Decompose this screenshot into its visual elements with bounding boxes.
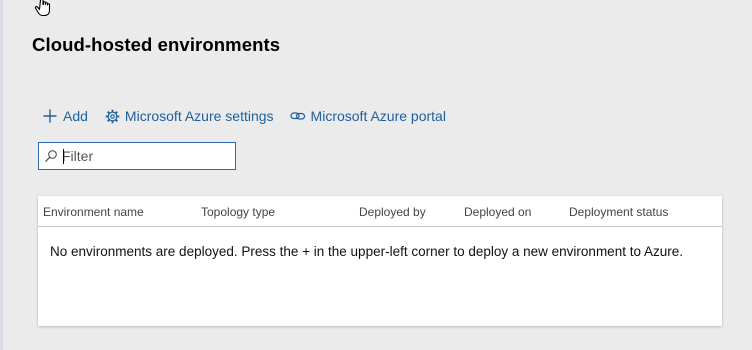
azure-settings-label: Microsoft Azure settings (124, 108, 274, 124)
column-header-topology-type[interactable]: Topology type (201, 205, 275, 219)
grid-header: Environment name Topology type Deployed … (38, 196, 722, 227)
column-header-deployed-by[interactable]: Deployed by (359, 205, 426, 219)
action-toolbar: Add Microsoft Azure settings Microsoft A… (42, 106, 446, 126)
empty-grid-message: No environments are deployed. Press the … (50, 244, 683, 259)
search-icon (45, 150, 57, 162)
gear-icon (105, 109, 120, 123)
filter-box (38, 142, 236, 170)
add-button[interactable]: Add (42, 108, 88, 124)
azure-portal-button[interactable]: Microsoft Azure portal (289, 108, 446, 124)
left-edge-bar (0, 0, 3, 350)
hand-pointer-icon (34, 0, 51, 17)
page-title: Cloud-hosted environments (32, 34, 281, 55)
environments-grid: Environment name Topology type Deployed … (38, 196, 722, 326)
link-icon (289, 112, 305, 120)
add-button-label: Add (63, 108, 88, 124)
column-header-environment-name[interactable]: Environment name (43, 205, 144, 219)
filter-input[interactable] (62, 148, 222, 164)
column-header-deployed-on[interactable]: Deployed on (464, 205, 531, 219)
text-caret (63, 149, 64, 164)
column-header-deployment-status[interactable]: Deployment status (569, 205, 668, 219)
plus-icon (43, 109, 57, 123)
azure-settings-button[interactable]: Microsoft Azure settings (105, 108, 274, 124)
azure-portal-label: Microsoft Azure portal (310, 108, 446, 124)
